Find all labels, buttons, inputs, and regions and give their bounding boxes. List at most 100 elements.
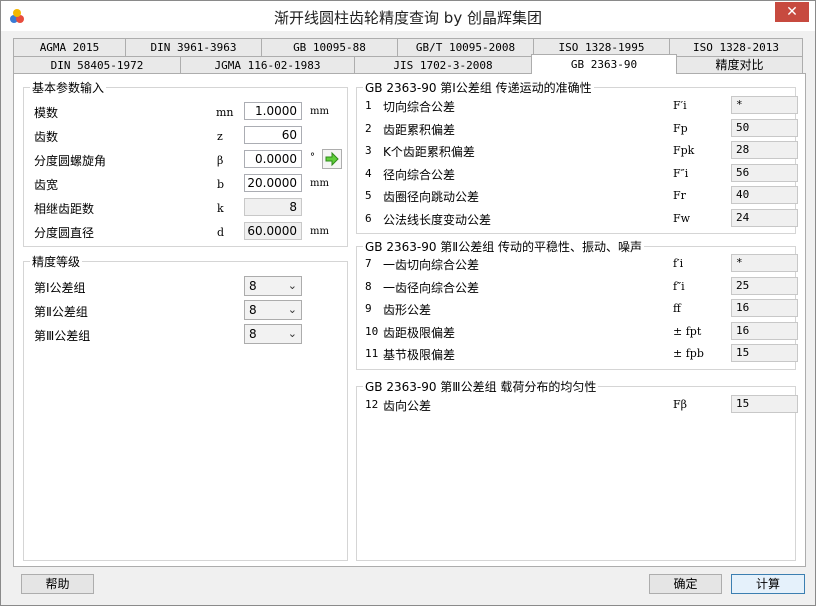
tolerance-symbol: Fβ [673, 398, 687, 411]
tolerance-index: 6 [365, 212, 372, 225]
tolerance-index: 5 [365, 189, 372, 203]
grade-row-3: 第Ⅲ公差组 8 ⌄ [34, 324, 334, 344]
tolerance-symbol: ff [673, 302, 681, 316]
tolerance-name: 齿形公差 [383, 303, 432, 318]
tolerance-group-2: GB 2363-90 第Ⅱ公差组 传动的平稳性、振动、噪声 7 一齿切向综合公差 f… [356, 238, 798, 370]
tolerance-name: 基节极限偏差 [383, 348, 456, 363]
tolerance-row: 8 一齿径向综合公差 f″i 25 [365, 276, 798, 297]
param-symbol: b [217, 178, 225, 191]
grade-2-value: 8 [249, 303, 257, 317]
grade-1-select[interactable]: 8 ⌄ [244, 276, 302, 296]
param-symbol: mn [216, 106, 234, 119]
tolerance-group-3-title: GB 2363-90 第Ⅲ公差组 载荷分布的均匀性 [363, 378, 599, 395]
tolerance-row: 7 一齿切向综合公差 f′i * [365, 254, 798, 274]
window-title: 渐开线圆柱齿轮精度查询 by 创晶辉集团 [274, 9, 542, 27]
grade-label: 第Ⅲ公差组 [34, 329, 91, 343]
grade-2-select[interactable]: 8 ⌄ [244, 300, 302, 320]
chevron-down-icon: ⌄ [287, 303, 297, 316]
tolerance-name: 径向综合公差 [383, 167, 456, 182]
tolerance-value: 16 [731, 299, 798, 318]
tab-gb-2363-90[interactable]: GB 2363-90 [531, 54, 677, 74]
tab-precision-compare[interactable]: 精度对比 [676, 56, 803, 74]
param-row-helix: 分度圆螺旋角 β 0.0000 ° [34, 149, 344, 170]
calculate-button[interactable]: 计算 [731, 574, 805, 594]
param-row-width: 齿宽 b 20.0000 mm [34, 174, 344, 194]
main-window: 渐开线圆柱齿轮精度查询 by 创晶辉集团 ✕ AGMA 2015 DIN 396… [0, 0, 816, 606]
tolerance-group-2-title: GB 2363-90 第Ⅱ公差组 传动的平稳性、振动、噪声 [363, 238, 645, 255]
tolerance-name: 切向综合公差 [383, 100, 456, 114]
param-row-diameter: 分度圆直径 d 60.0000 mm [34, 222, 344, 242]
tolerance-name: 齿向公差 [383, 399, 432, 413]
param-unit: mm [310, 226, 329, 237]
tolerance-name: 齿距累积偏差 [383, 122, 456, 137]
tab-din-58405[interactable]: DIN 58405-1972 [13, 56, 181, 74]
tolerance-symbol: f′i [673, 257, 684, 270]
tolerance-index: 3 [365, 144, 372, 158]
tab-din-3961[interactable]: DIN 3961-3963 [125, 38, 262, 56]
tolerance-row: 2 齿距累积偏差 Fp 50 [365, 118, 798, 139]
tolerance-index: 4 [365, 166, 372, 180]
tolerance-name: 齿距极限偏差 [383, 325, 456, 340]
face-width-input[interactable]: 20.0000 [244, 174, 302, 192]
precision-grade-group: 精度等级 第Ⅰ公差组 8 ⌄ 第Ⅱ公差组 8 ⌄ 第Ⅲ公差组 8 ⌄ [23, 253, 348, 561]
basic-params-title: 基本参数输入 [30, 79, 107, 96]
param-row-module: 模数 mn 1.0000 mm [34, 102, 344, 122]
param-unit: mm [310, 106, 329, 117]
close-button[interactable]: ✕ [775, 2, 809, 22]
tolerance-group-1: GB 2363-90 第Ⅰ公差组 传递运动的准确性 1 切向综合公差 F′i * 2 齿距… [356, 79, 798, 234]
grade-row-1: 第Ⅰ公差组 8 ⌄ [34, 276, 334, 296]
help-button[interactable]: 帮助 [21, 574, 94, 594]
chevron-down-icon: ⌄ [287, 327, 297, 340]
tolerance-index: 11 [365, 347, 379, 361]
param-label: 模数 [34, 106, 59, 120]
grade-label: 第Ⅱ公差组 [34, 305, 88, 319]
grade-3-value: 8 [249, 327, 257, 341]
tab-jgma-116[interactable]: JGMA 116-02-1983 [180, 56, 355, 74]
tolerance-index: 8 [365, 279, 372, 293]
param-row-teeth: 齿数 z 60 [34, 126, 344, 146]
tolerance-group-1-title: GB 2363-90 第Ⅰ公差组 传递运动的准确性 [363, 79, 594, 96]
tolerance-symbol: Fr [673, 189, 686, 203]
tolerance-row: 9 齿形公差 ff 16 [365, 299, 798, 319]
tolerance-value: 40 [731, 186, 798, 205]
grade-3-select[interactable]: 8 ⌄ [244, 324, 302, 344]
tolerance-value: 25 [731, 276, 798, 295]
param-unit: ° [310, 152, 315, 163]
tolerance-row: 11 基节极限偏差 ± fpb 15 [365, 344, 798, 364]
tolerance-row: 3 K个齿距累积偏差 Fpk 28 [365, 141, 798, 161]
tolerance-index: 10 [365, 324, 379, 338]
param-symbol: z [217, 130, 223, 143]
tab-gb-10095-88[interactable]: GB 10095-88 [261, 38, 398, 56]
pitch-count-field: 8 [244, 198, 302, 216]
tolerance-symbol: ± fpb [673, 347, 704, 361]
tab-jis-1702[interactable]: JIS 1702-3-2008 [354, 56, 532, 74]
tolerance-value: 16 [731, 321, 798, 340]
grade-row-2: 第Ⅱ公差组 8 ⌄ [34, 300, 334, 320]
module-input[interactable]: 1.0000 [244, 102, 302, 120]
precision-grade-title: 精度等级 [30, 253, 83, 270]
tab-iso-1328-2013[interactable]: ISO 1328-2013 [669, 38, 803, 56]
tolerance-value: 56 [731, 163, 798, 182]
tolerance-symbol: Fw [673, 212, 691, 225]
tolerance-row: 10 齿距极限偏差 ± fpt 16 [365, 321, 798, 342]
chevron-down-icon: ⌄ [287, 279, 297, 292]
tab-agma-2015[interactable]: AGMA 2015 [13, 38, 126, 56]
param-label: 齿宽 [34, 178, 59, 192]
tab-gbt-10095-2008[interactable]: GB/T 10095-2008 [397, 38, 534, 56]
tolerance-symbol: F′i [673, 99, 687, 112]
param-symbol: k [217, 202, 224, 215]
teeth-input[interactable]: 60 [244, 126, 302, 144]
param-symbol: β [217, 154, 224, 167]
param-label: 齿数 [34, 130, 59, 144]
ok-button[interactable]: 确定 [649, 574, 722, 594]
tolerance-name: 一齿切向综合公差 [383, 258, 480, 272]
tolerance-symbol: Fpk [673, 144, 695, 158]
tolerance-index: 1 [365, 99, 372, 112]
grade-1-value: 8 [249, 279, 257, 293]
tolerance-row: 4 径向综合公差 F″i 56 [365, 163, 798, 184]
apply-arrow-button[interactable] [322, 149, 342, 169]
helix-angle-input[interactable]: 0.0000 [244, 150, 302, 168]
tolerance-symbol: ± fpt [673, 324, 702, 338]
grade-label: 第Ⅰ公差组 [34, 281, 86, 295]
tolerance-name: K个齿距累积偏差 [383, 145, 475, 160]
